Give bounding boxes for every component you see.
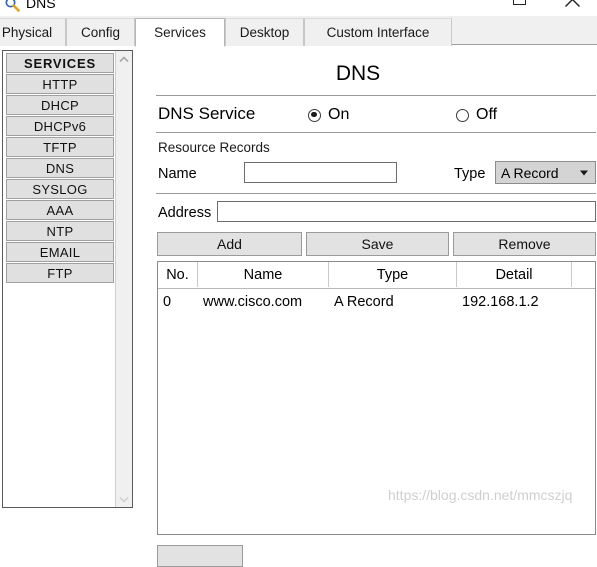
services-sidebar: SERVICES HTTP DHCP DHCPv6 TFTP DNS SYSLOG AAA NT… bbox=[2, 50, 133, 508]
sidebar-item-label: AAA bbox=[46, 202, 74, 218]
sidebar-item-email[interactable]: EMAIL bbox=[6, 242, 114, 262]
type-select[interactable]: A Record bbox=[495, 161, 596, 184]
type-select-value: A Record bbox=[501, 164, 559, 181]
maximize-button[interactable] bbox=[508, 0, 538, 16]
chevron-up-icon[interactable] bbox=[116, 51, 132, 67]
maximize-icon bbox=[513, 0, 526, 5]
sidebar-item-label: SYSLOG bbox=[32, 181, 88, 197]
table-row[interactable]: 0 www.cisco.com A Record 192.168.1.2 bbox=[158, 289, 595, 315]
tab-bar: Physical Config Services Desktop Custom Inte… bbox=[0, 16, 597, 47]
close-icon bbox=[564, 0, 581, 8]
tab-custom-interface[interactable]: Custom Interface bbox=[304, 18, 452, 46]
radio-off-label: Off bbox=[476, 106, 498, 123]
window-title: DNS bbox=[26, 0, 56, 11]
sidebar-item-dhcp[interactable]: DHCP bbox=[6, 95, 114, 115]
tab-label: Services bbox=[154, 25, 206, 40]
column-header-no[interactable]: No. bbox=[158, 262, 198, 287]
window-title-bar: DNS bbox=[0, 0, 597, 16]
divider-service bbox=[156, 132, 596, 133]
page-title: DNS bbox=[335, 62, 381, 85]
add-button[interactable]: Add bbox=[157, 232, 302, 256]
type-label: Type bbox=[454, 166, 486, 182]
sidebar-item-tftp[interactable]: TFTP bbox=[6, 137, 114, 157]
services-list: SERVICES HTTP DHCP DHCPv6 TFTP DNS SYSLOG AAA NT… bbox=[3, 51, 116, 284]
tab-physical[interactable]: Physical bbox=[0, 18, 66, 46]
sidebar-item-dns[interactable]: DNS bbox=[6, 158, 114, 178]
save-button[interactable]: Save bbox=[306, 232, 449, 256]
resource-records-table: No. Name Type Detail 0 www.cisco.com A Record… bbox=[157, 261, 596, 535]
cell-detail: 192.168.1.2 bbox=[462, 294, 539, 310]
chevron-down-icon bbox=[580, 170, 588, 175]
tab-services[interactable]: Services bbox=[135, 18, 225, 47]
close-button[interactable] bbox=[562, 0, 592, 16]
sidebar-item-aaa[interactable]: AAA bbox=[6, 200, 114, 220]
dns-service-label: DNS Service bbox=[158, 104, 256, 123]
sidebar-item-syslog[interactable]: SYSLOG bbox=[6, 179, 114, 199]
table-header-row: No. Name Type Detail bbox=[158, 262, 595, 289]
sidebar-header-services: SERVICES bbox=[6, 53, 114, 73]
sidebar-item-label: NTP bbox=[46, 223, 74, 239]
dns-service-on-option[interactable]: On bbox=[308, 106, 349, 124]
sidebar-scrollbar[interactable] bbox=[115, 51, 132, 507]
name-input[interactable] bbox=[244, 162, 397, 183]
tab-label: Desktop bbox=[239, 25, 290, 40]
resource-records-label: Resource Records bbox=[158, 140, 270, 155]
sidebar-item-ntp[interactable]: NTP bbox=[6, 221, 114, 241]
sidebar-item-http[interactable]: HTTP bbox=[6, 74, 114, 94]
sidebar-item-label: HTTP bbox=[42, 76, 78, 92]
tab-label: Config bbox=[80, 25, 121, 40]
radio-on-label: On bbox=[328, 106, 350, 123]
divider-top bbox=[156, 95, 596, 96]
sidebar-item-label: DNS bbox=[45, 160, 75, 176]
divider-name-row bbox=[156, 193, 596, 194]
radio-on-icon[interactable] bbox=[308, 108, 321, 122]
magnifier-icon bbox=[4, 0, 20, 12]
name-label: Name bbox=[158, 166, 197, 182]
chevron-down-icon[interactable] bbox=[116, 491, 132, 507]
cell-type: A Record bbox=[334, 294, 394, 310]
column-header-type[interactable]: Type bbox=[329, 262, 457, 287]
column-header-blank[interactable] bbox=[572, 262, 595, 287]
address-input[interactable] bbox=[217, 201, 596, 222]
tab-config[interactable]: Config bbox=[66, 18, 135, 46]
tab-desktop[interactable]: Desktop bbox=[225, 18, 304, 46]
sidebar-item-label: DHCP bbox=[40, 97, 80, 113]
sidebar-item-label: TFTP bbox=[43, 139, 77, 155]
bottom-partial-button[interactable] bbox=[157, 545, 243, 567]
tab-label: Custom Interface bbox=[326, 25, 430, 40]
column-header-detail[interactable]: Detail bbox=[457, 262, 572, 287]
sidebar-item-label: EMAIL bbox=[39, 244, 81, 260]
radio-off-icon[interactable] bbox=[456, 108, 469, 122]
dns-settings-panel: DNS DNS Service On Off Resource Records … bbox=[138, 48, 597, 567]
column-header-name[interactable]: Name bbox=[198, 262, 329, 287]
sidebar-item-ftp[interactable]: FTP bbox=[6, 263, 114, 283]
remove-button[interactable]: Remove bbox=[453, 232, 596, 256]
sidebar-item-label: DHCPv6 bbox=[33, 118, 87, 134]
sidebar-item-label: SERVICES bbox=[24, 55, 96, 71]
cell-extra bbox=[572, 289, 595, 315]
cell-no: 0 bbox=[163, 294, 172, 310]
address-label: Address bbox=[158, 205, 212, 221]
tab-label: Physical bbox=[1, 25, 53, 40]
table-body: 0 www.cisco.com A Record 192.168.1.2 bbox=[158, 289, 595, 315]
sidebar-item-label: FTP bbox=[47, 265, 73, 281]
sidebar-item-dhcpv6[interactable]: DHCPv6 bbox=[6, 116, 114, 136]
cell-name: www.cisco.com bbox=[203, 294, 303, 310]
dns-service-off-option[interactable]: Off bbox=[456, 106, 497, 124]
